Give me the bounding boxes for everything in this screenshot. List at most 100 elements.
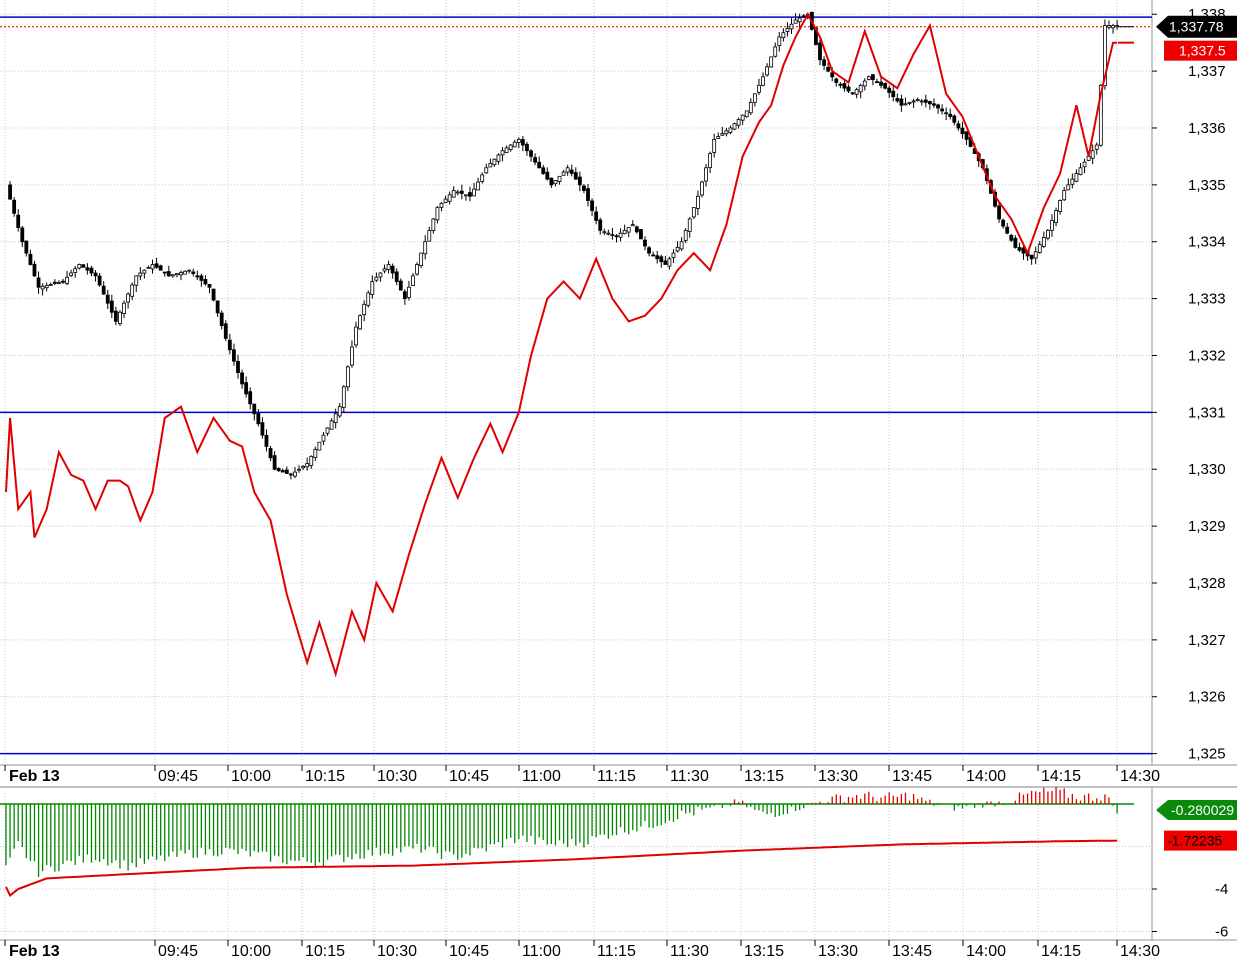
candle-body [313,448,318,458]
candle-body [215,300,220,314]
candle-body [793,19,798,24]
candle-body [537,161,542,169]
candle-body [150,264,155,270]
candle-body [553,180,558,185]
candle-body [1009,234,1014,241]
price-tick-label: 1,326 [1188,689,1226,706]
candle-body [643,239,647,247]
candle-body [1070,178,1075,185]
candle-body [854,89,859,95]
candle-body [736,119,741,126]
time-tick-label: 10:30 [377,768,417,785]
candle-body [1107,25,1111,28]
candle-body [1086,156,1091,161]
candle-body [52,281,57,284]
candle-body [618,232,623,238]
price-tick-label: 1,337 [1188,63,1226,80]
price-tick-label: 1,329 [1188,518,1226,535]
candle-body [716,136,721,139]
candle-body [57,282,61,284]
candle-body [89,267,94,274]
candle-body [1013,237,1018,248]
candle-body [512,141,517,148]
candle-body [626,227,631,233]
candle [683,228,688,244]
candle-body [818,42,822,61]
candle-body [866,76,871,80]
price-tick-label: 1,336 [1188,120,1226,137]
candle-body [240,372,244,385]
candle-body [443,198,448,204]
candle-body [801,15,806,18]
candle-body [288,473,293,476]
candle-body [492,158,497,166]
candle-body [411,275,415,286]
candle-body [960,127,965,135]
candle-body [675,247,680,252]
candle-body [236,360,240,373]
candle-body [573,172,578,180]
candle-body [325,427,330,434]
candle-body [964,131,969,140]
candle-body [895,98,900,102]
candle-body [606,232,611,235]
time-tick-label: 10:45 [449,768,489,785]
time-tick-label: 11:15 [597,768,636,785]
candle-body [248,391,253,405]
signal-value-tag: -1.72235 [1164,830,1237,851]
candle [639,229,643,240]
candle-body [431,218,436,231]
candle-body [36,277,41,288]
candle-body [20,227,25,243]
candle-body [293,471,297,477]
candle-body [223,323,228,339]
candle-body [577,176,582,186]
candle-body [740,114,745,121]
candle-body [655,255,660,260]
candle-body [691,207,696,218]
candle-body [272,455,277,470]
candle-body [781,32,786,39]
indicator-panel: -4 -6 -0.280029 -1.72235 [0,786,1237,941]
candle-body [696,195,700,209]
candle-body [948,113,953,117]
candle-body [97,275,102,286]
candle-body [614,235,619,238]
last-price-tag: 1,337.78 [1156,15,1237,38]
candle-body [582,185,586,191]
candle-body [761,76,765,86]
time-tick-label: 14:30 [1120,943,1160,957]
candle-body [252,403,257,415]
candle-body [732,123,737,130]
time-tick-label: 13:45 [892,768,932,785]
histogram-bars [5,786,1118,878]
candle-body [724,130,729,135]
candle-body [911,100,916,103]
last-price-label: 1,337.78 [1169,19,1224,35]
candle-body [602,231,607,234]
candle-body [586,188,590,201]
candle-body [1001,219,1006,227]
candle-body [887,87,892,93]
candle-body [451,190,456,198]
candle-body [785,28,790,32]
candle-body [1037,244,1042,253]
time-tick-label: 13:45 [892,943,932,957]
time-tick-label: 10:30 [377,943,417,957]
candle-body [138,272,143,277]
candle-body [472,188,476,197]
price-tick-label: 1,330 [1188,461,1226,478]
time-tick-label: 14:00 [966,768,1006,785]
candle-body [590,200,594,211]
candle [81,264,86,268]
candle-body [407,286,411,298]
candle-body [927,101,932,105]
candle-body [858,84,863,93]
candle-body [1078,167,1083,175]
indicator-tick-label: -6 [1215,924,1228,941]
candle-body [940,108,944,112]
candle-body [797,17,802,23]
candle-body [520,139,525,146]
candle-body [639,229,643,240]
candle-body [386,264,391,270]
